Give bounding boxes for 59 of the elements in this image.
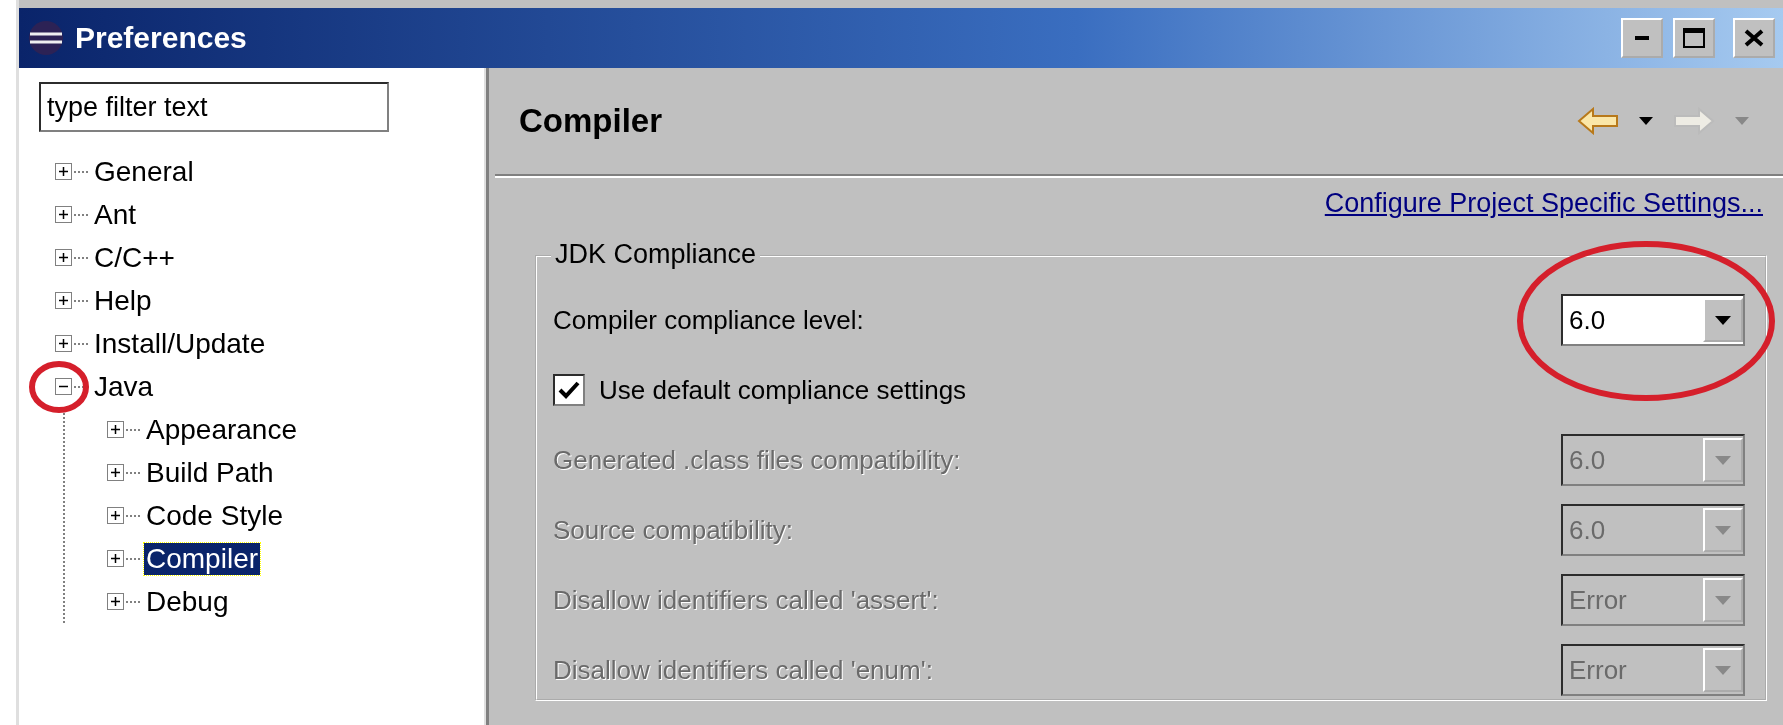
caret-icon — [1715, 455, 1731, 465]
plus-icon — [58, 166, 69, 177]
filter-field[interactable]: type filter text — [39, 82, 389, 132]
plus-icon — [110, 467, 121, 478]
expand-icon[interactable] — [55, 206, 72, 223]
settings-link[interactable]: Configure Project Specific Settings... — [1324, 188, 1763, 219]
caret-icon — [1735, 117, 1749, 125]
tree-item[interactable]: Ant — [92, 198, 139, 231]
tree-item[interactable]: Debug — [144, 585, 231, 618]
tree-item[interactable]: C/C++ — [92, 241, 177, 274]
close-icon — [1744, 29, 1764, 47]
tree-item[interactable]: Appearance — [144, 413, 299, 446]
expand-icon[interactable] — [55, 335, 72, 352]
plus-icon — [58, 338, 69, 349]
plus-icon — [58, 295, 69, 306]
tree-item[interactable]: General — [92, 155, 196, 188]
checkbox-label: Use default compliance settings — [599, 374, 967, 406]
left-arrow-icon — [1577, 107, 1619, 135]
dropdown[interactable]: 6.0 — [1561, 294, 1745, 346]
expand-icon[interactable] — [107, 421, 124, 438]
expand-icon[interactable] — [55, 292, 72, 309]
plus-icon — [110, 510, 121, 521]
expand-icon[interactable] — [107, 464, 124, 481]
caret-icon — [1715, 665, 1731, 675]
checkbox[interactable] — [553, 374, 585, 406]
expand-icon[interactable] — [107, 550, 124, 567]
caret-icon — [1715, 595, 1731, 605]
page-title: Compiler — [519, 102, 664, 140]
plus-icon — [58, 252, 69, 263]
expand-icon[interactable] — [107, 507, 124, 524]
maximize-icon — [1683, 28, 1705, 48]
tree-item[interactable]: Help — [92, 284, 154, 317]
minimize-button[interactable] — [1621, 18, 1663, 58]
field-label: Source compatibility: — [553, 514, 793, 546]
caret-icon — [1715, 525, 1731, 535]
caret-icon — [1715, 315, 1731, 325]
window-title: Preferences — [75, 21, 248, 55]
plus-icon — [58, 209, 69, 220]
field-label: Generated .class files compatibility: — [553, 444, 961, 476]
tree-item[interactable]: Code Style — [144, 499, 285, 532]
expand-icon[interactable] — [55, 163, 72, 180]
field-label: Disallow identifiers called 'assert': — [553, 584, 939, 616]
close-button[interactable] — [1733, 18, 1775, 58]
plus-icon — [110, 553, 121, 564]
plus-icon — [110, 424, 121, 435]
field-label: Compiler compliance level: — [553, 304, 864, 336]
tree-item[interactable]: Compiler — [144, 542, 261, 575]
app-logo-icon — [27, 19, 65, 57]
tree-item[interactable]: Java — [92, 370, 156, 403]
collapse-icon[interactable] — [55, 378, 72, 395]
expand-icon[interactable] — [107, 593, 124, 610]
expand-icon[interactable] — [55, 249, 72, 266]
maximize-button[interactable] — [1673, 18, 1715, 58]
tree-item[interactable]: Install/Update — [92, 327, 268, 360]
minimize-icon — [1635, 36, 1649, 40]
field-label: Disallow identifiers called 'enum': — [553, 654, 933, 686]
plus-icon — [110, 596, 121, 607]
caret-icon — [1639, 117, 1653, 125]
tree-item[interactable]: Build Path — [144, 456, 276, 489]
